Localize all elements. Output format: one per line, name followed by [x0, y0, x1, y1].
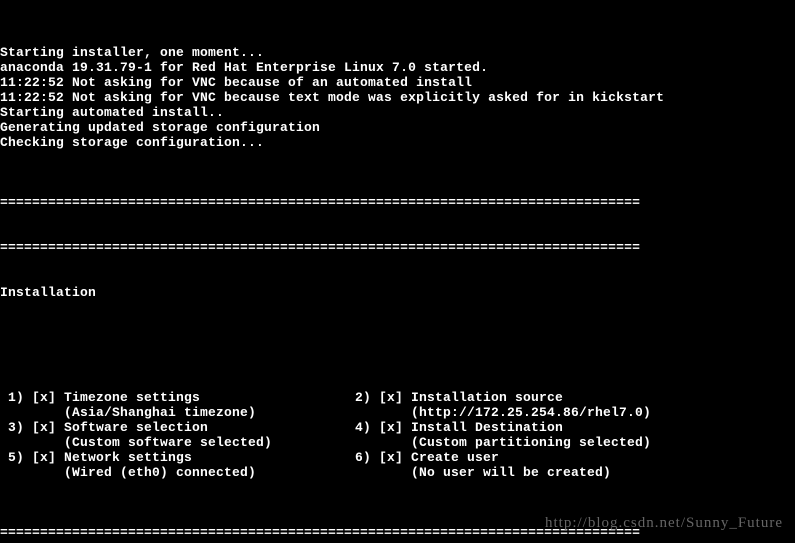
menu-item-right[interactable]: 6) [x] Create user: [355, 450, 795, 465]
preamble-line: anaconda 19.31.79-1 for Red Hat Enterpri…: [0, 60, 795, 75]
menu-row-detail: (Wired (eth0) connected) (No user will b…: [0, 465, 795, 480]
menu-item-right[interactable]: 4) [x] Install Destination: [355, 420, 795, 435]
preamble-block: Starting installer, one moment...anacond…: [0, 45, 795, 150]
menu-detail-right: (Custom partitioning selected): [355, 435, 795, 450]
menu-row-detail: (Asia/Shanghai timezone) (http://172.25.…: [0, 405, 795, 420]
preamble-line: 11:22:52 Not asking for VNC because text…: [0, 90, 795, 105]
menu-detail-left: (Custom software selected): [0, 435, 355, 450]
menu-row: 1) [x] Timezone settings2) [x] Installat…: [0, 390, 795, 405]
menu-detail-right: (http://172.25.254.86/rhel7.0): [355, 405, 795, 420]
divider-line: ========================================…: [0, 240, 795, 255]
preamble-line: Starting automated install..: [0, 105, 795, 120]
installation-menu: 1) [x] Timezone settings2) [x] Installat…: [0, 390, 795, 480]
menu-detail-left: (Asia/Shanghai timezone): [0, 405, 355, 420]
blank-line: [0, 330, 795, 345]
menu-row-detail: (Custom software selected) (Custom parti…: [0, 435, 795, 450]
section-title: Installation: [0, 285, 795, 300]
preamble-line: 11:22:52 Not asking for VNC because of a…: [0, 75, 795, 90]
menu-detail-right: (No user will be created): [355, 465, 795, 480]
watermark-text: http://blog.csdn.net/Sunny_Future: [545, 516, 783, 531]
preamble-line: Checking storage configuration...: [0, 135, 795, 150]
menu-row: 3) [x] Software selection4) [x] Install …: [0, 420, 795, 435]
menu-detail-left: (Wired (eth0) connected): [0, 465, 355, 480]
menu-item-left[interactable]: 5) [x] Network settings: [0, 450, 355, 465]
divider-line: ========================================…: [0, 195, 795, 210]
menu-item-right[interactable]: 2) [x] Installation source: [355, 390, 795, 405]
preamble-line: Generating updated storage configuration: [0, 120, 795, 135]
terminal-screen: Starting installer, one moment...anacond…: [0, 0, 795, 543]
menu-item-left[interactable]: 3) [x] Software selection: [0, 420, 355, 435]
menu-row: 5) [x] Network settings6) [x] Create use…: [0, 450, 795, 465]
preamble-line: Starting installer, one moment...: [0, 45, 795, 60]
menu-item-left[interactable]: 1) [x] Timezone settings: [0, 390, 355, 405]
